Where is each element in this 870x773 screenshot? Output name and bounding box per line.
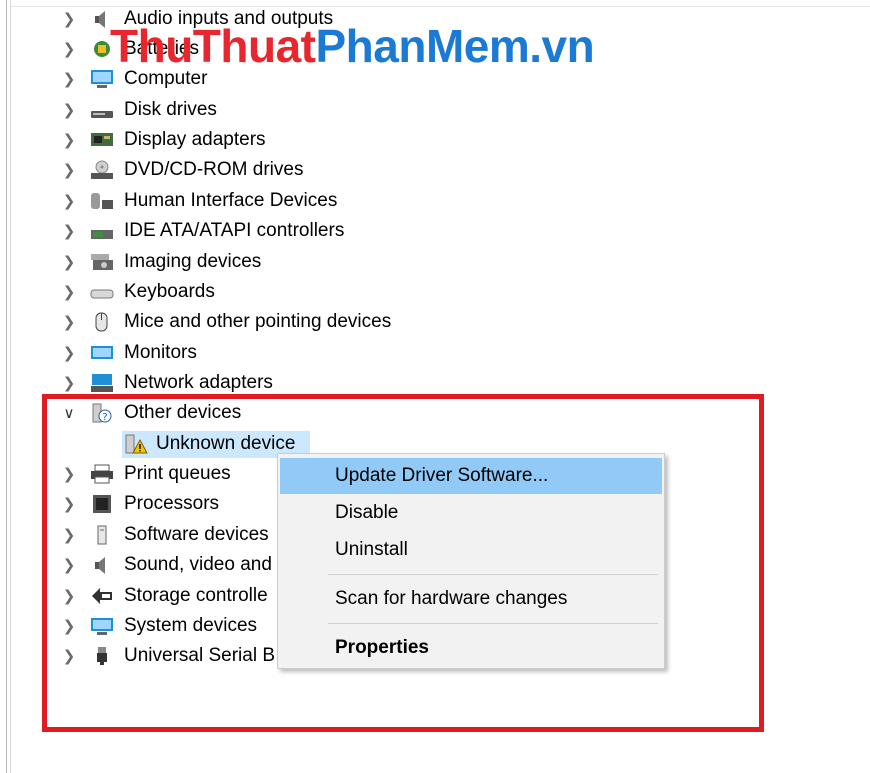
expand-chevron-icon[interactable]: ❯	[62, 307, 76, 337]
imaging-device-icon	[91, 254, 113, 270]
disk-drive-icon	[91, 111, 113, 118]
window-border	[6, 0, 7, 773]
ide-controller-icon	[91, 230, 113, 239]
menu-separator	[328, 623, 658, 624]
expand-chevron-icon[interactable]: ❯	[62, 34, 76, 64]
window-border-inner	[10, 0, 11, 773]
tree-item-label: Monitors	[124, 342, 197, 363]
expand-chevron-icon[interactable]: ❯	[62, 216, 76, 246]
menu-item-scan-hardware[interactable]: Scan for hardware changes	[280, 581, 662, 617]
expand-chevron-icon[interactable]: ❯	[62, 95, 76, 125]
tree-item-label: Display adapters	[124, 129, 266, 150]
display-adapter-icon	[91, 133, 113, 146]
expand-chevron-icon[interactable]: ❯	[62, 277, 76, 307]
tree-item-label: IDE ATA/ATAPI controllers	[124, 220, 345, 241]
watermark-part-red: ThuThuat	[110, 20, 316, 72]
tree-item-label: Human Interface Devices	[124, 190, 338, 211]
dvd-drive-icon	[91, 160, 113, 179]
expand-chevron-icon[interactable]: ❯	[62, 64, 76, 94]
tree-item-label: Mice and other pointing devices	[124, 311, 392, 332]
tree-item-label: DVD/CD-ROM drives	[124, 159, 304, 180]
keyboard-icon	[90, 289, 114, 299]
expand-chevron-icon[interactable]: ❯	[62, 338, 76, 368]
expand-chevron-icon[interactable]: ❯	[62, 4, 76, 34]
menu-item-uninstall[interactable]: Uninstall	[280, 532, 662, 568]
watermark-part-blue: PhanMem.vn	[315, 20, 595, 72]
expand-chevron-icon[interactable]: ❯	[62, 125, 76, 155]
menu-item-disable[interactable]: Disable	[280, 495, 662, 531]
tree-item-label: Imaging devices	[124, 251, 262, 272]
context-menu: Update Driver Software... Disable Uninst…	[277, 453, 665, 669]
expand-chevron-icon[interactable]: ❯	[62, 155, 76, 185]
menu-item-properties[interactable]: Properties	[280, 630, 662, 666]
menu-item-update-driver[interactable]: Update Driver Software...	[280, 458, 662, 494]
hid-icon	[91, 193, 113, 209]
watermark: ThuThuatPhanMem.vn	[110, 20, 595, 72]
monitor-icon	[91, 346, 113, 359]
expand-chevron-icon[interactable]: ❯	[62, 247, 76, 277]
mouse-icon	[95, 312, 108, 332]
expand-chevron-icon[interactable]: ❯	[62, 186, 76, 216]
menu-separator	[328, 574, 658, 575]
computer-icon	[91, 70, 113, 88]
network-adapter-icon	[91, 374, 113, 392]
tree-item-label: Keyboards	[124, 281, 215, 302]
tree-item-label: Disk drives	[124, 99, 217, 120]
tree-item-label: Network adapters	[124, 372, 273, 393]
